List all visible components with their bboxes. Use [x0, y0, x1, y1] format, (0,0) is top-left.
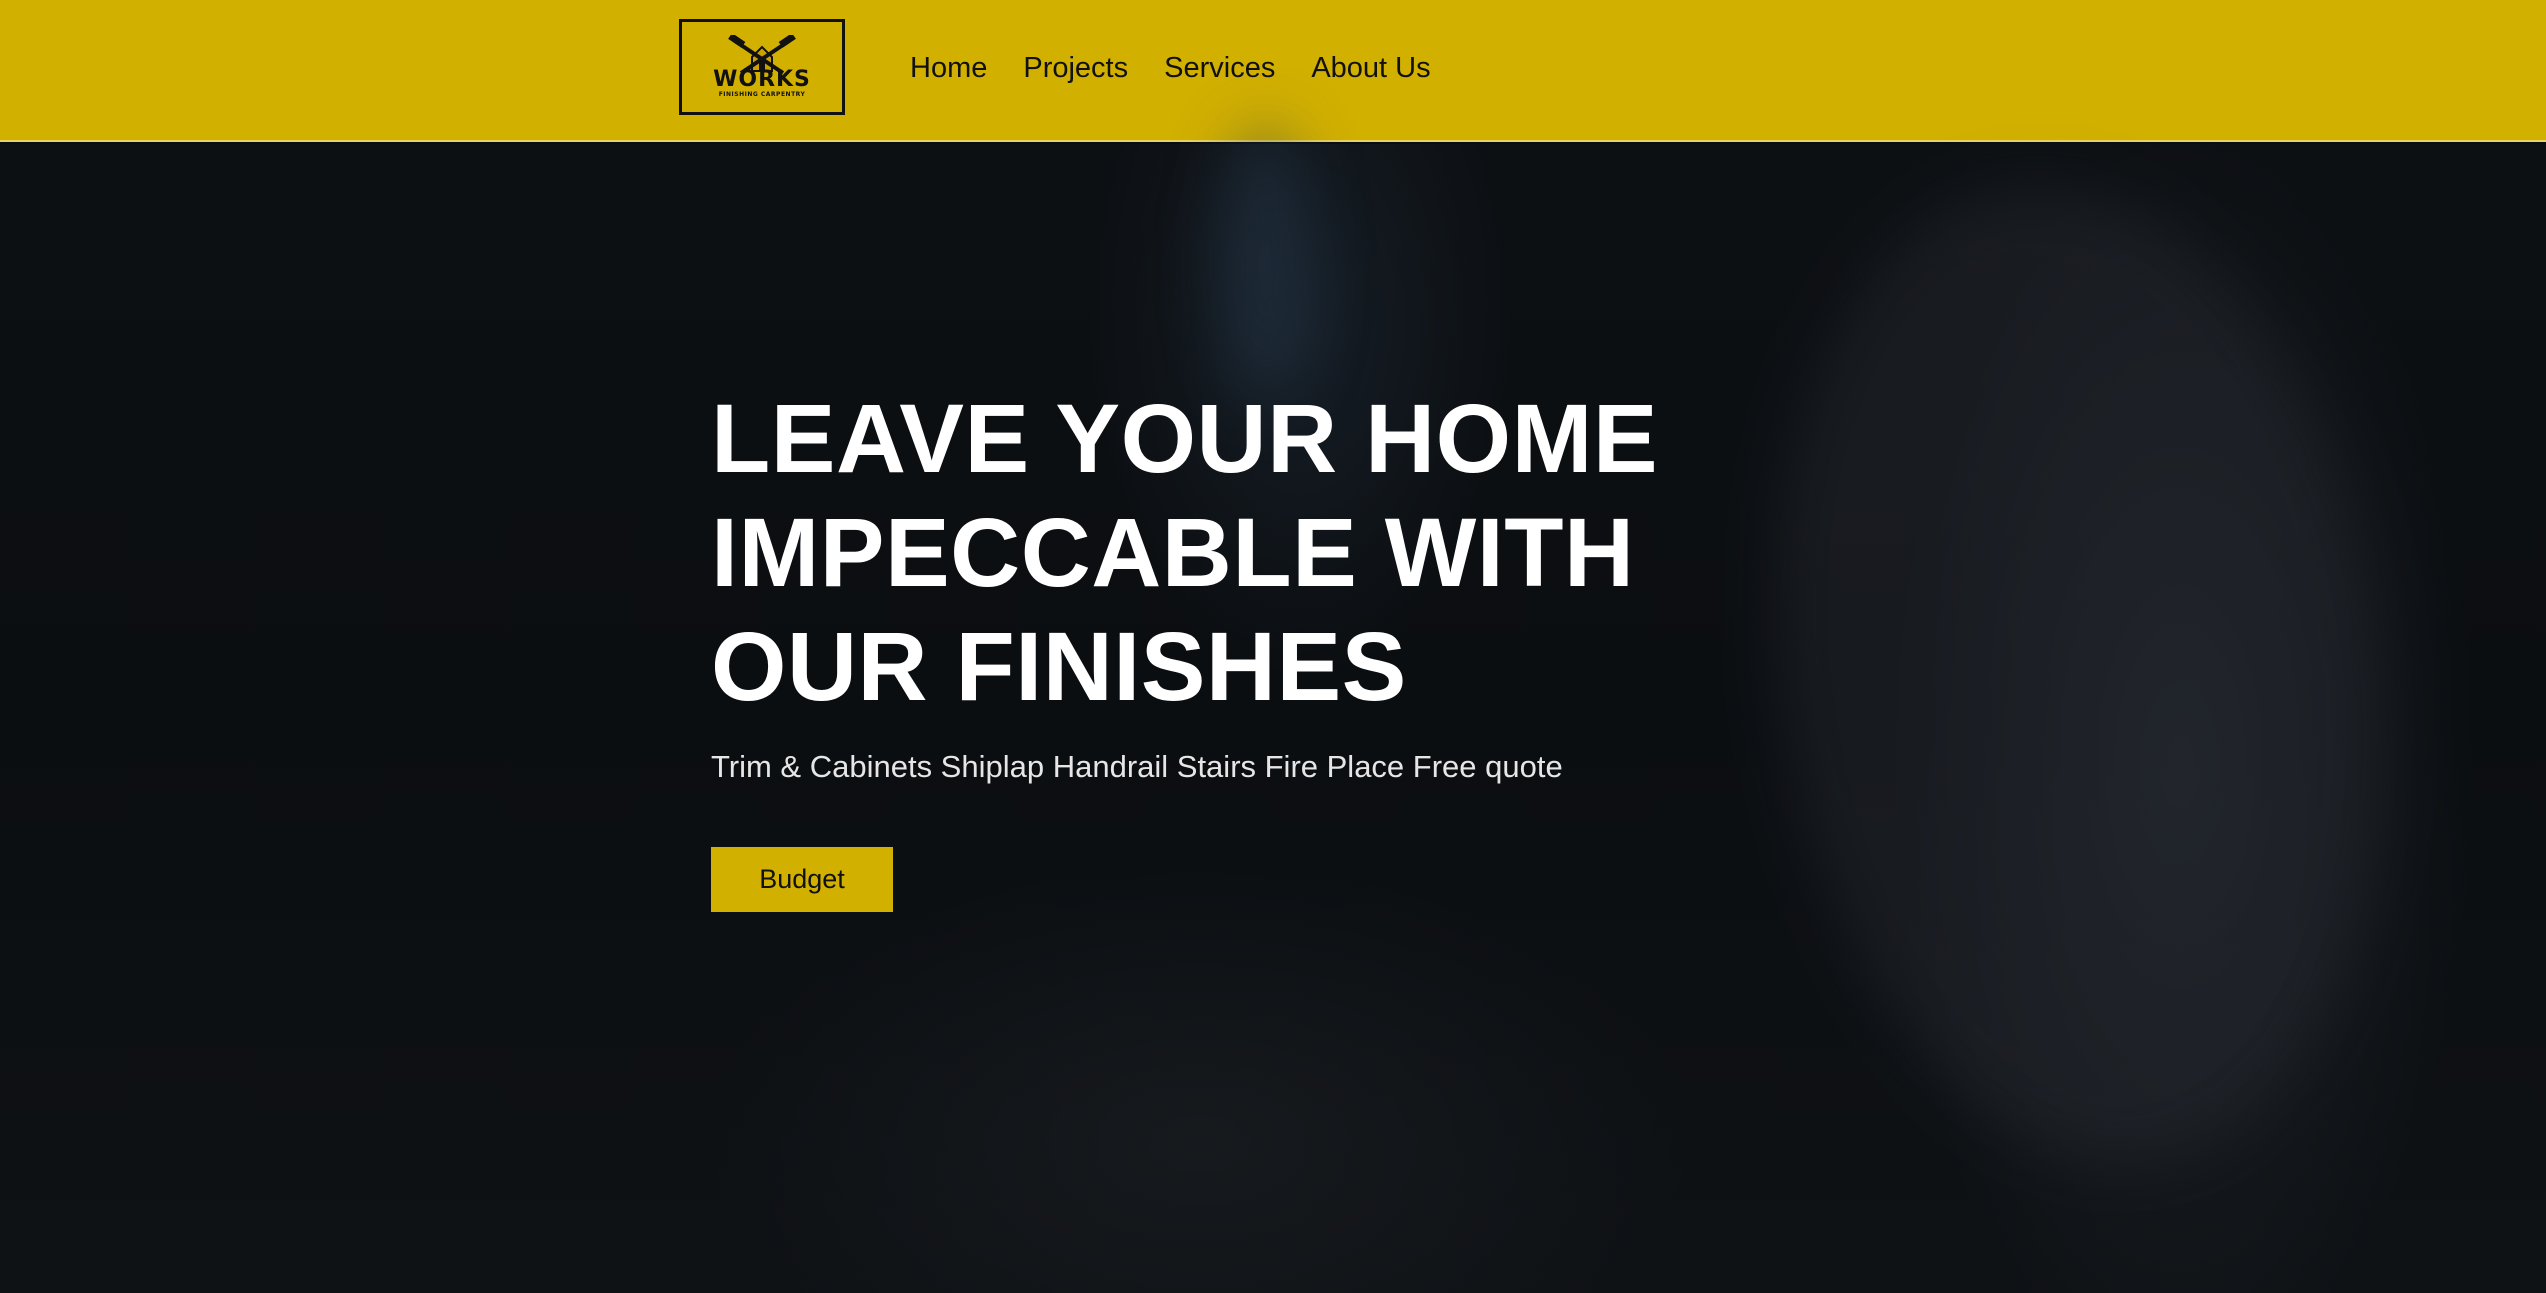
hero-subheadline: Trim & Cabinets Shiplap Handrail Stairs … [711, 749, 1563, 784]
hero-background-figure [1714, 147, 2446, 1201]
logo-wordmark: WORKS [713, 67, 811, 92]
hero-section: LEAVE YOUR HOME IMPECCABLE WITH OUR FINI… [0, 124, 2546, 1293]
nav-item-services[interactable]: Services [1164, 46, 1275, 90]
logo[interactable]: WORKS FINISHING CARPENTRY [679, 19, 845, 115]
nav-item-home[interactable]: Home [910, 46, 987, 90]
site-header: WORKS FINISHING CARPENTRY Home Projects … [0, 0, 2546, 142]
hero-background-highlight [1220, 124, 1310, 404]
nav-item-about-us[interactable]: About Us [1311, 46, 1430, 90]
budget-button[interactable]: Budget [711, 847, 893, 912]
logo-tagline: FINISHING CARPENTRY [718, 91, 806, 98]
nav-item-projects[interactable]: Projects [1023, 46, 1128, 90]
main-nav: Home Projects Services About Us [910, 46, 1467, 90]
hero-headline: LEAVE YOUR HOME IMPECCABLE WITH OUR FINI… [711, 384, 1659, 721]
page: WORKS FINISHING CARPENTRY Home Projects … [0, 0, 2546, 1293]
